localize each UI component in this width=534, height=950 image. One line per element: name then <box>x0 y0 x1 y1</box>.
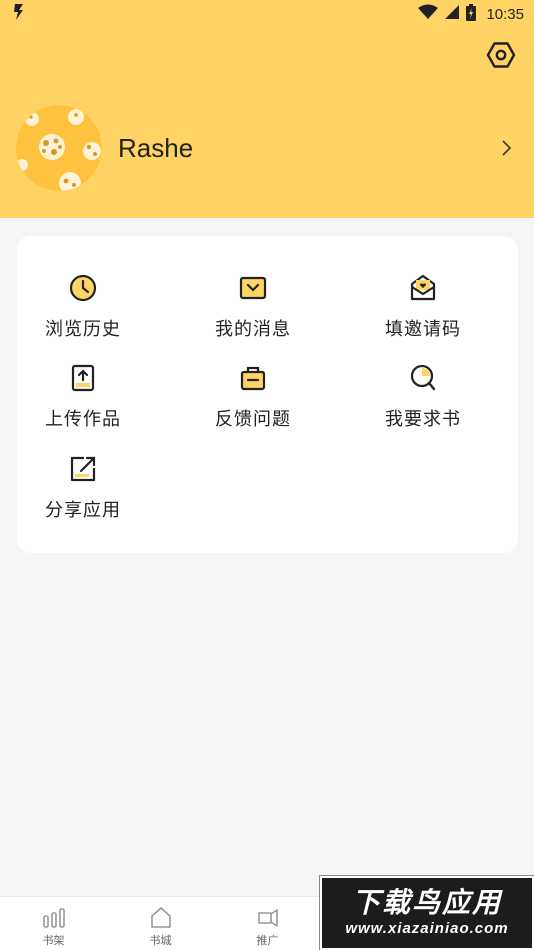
invite-icon <box>408 273 438 303</box>
menu-item-label: 我的消息 <box>215 319 291 340</box>
bookshelf-icon <box>41 904 67 930</box>
menu-item-feedback[interactable]: 反馈问题 <box>178 363 328 445</box>
menu-item-label: 反馈问题 <box>215 409 291 430</box>
chevron-right-icon <box>494 136 518 160</box>
status-right: 10:35 <box>418 3 524 25</box>
settings-button[interactable] <box>484 40 518 74</box>
menu-item-request-book[interactable]: 我要求书 <box>348 363 498 445</box>
menu-item-label: 填邀请码 <box>385 319 461 340</box>
username: Rashe <box>118 132 194 163</box>
menu-card: 浏览历史 我的消息 填邀请码 上传作品 反馈问题 我要求书 分享应用 <box>17 236 518 553</box>
watermark: 下载鸟应用 www.xiazainiao.com <box>320 876 534 950</box>
menu-item-upload[interactable]: 上传作品 <box>8 363 158 445</box>
signal-icon <box>444 4 460 24</box>
upload-icon <box>68 363 98 393</box>
battery-icon <box>466 3 477 25</box>
menu-item-share[interactable]: 分享应用 <box>8 454 158 536</box>
flash-icon <box>12 3 26 25</box>
nav-item-bookshelf[interactable]: 书架 <box>0 897 107 950</box>
menu-item-label: 浏览历史 <box>45 319 121 340</box>
feedback-icon <box>238 363 268 393</box>
menu-item-label: 上传作品 <box>45 409 121 430</box>
profile-header: 10:35 Rashe <box>0 0 534 218</box>
profile-row[interactable]: Rashe <box>16 104 526 192</box>
nav-label: 书城 <box>149 934 172 947</box>
share-icon <box>68 454 98 484</box>
watermark-title: 下载鸟应用 <box>351 886 502 919</box>
menu-item-messages[interactable]: 我的消息 <box>178 273 328 355</box>
status-time: 10:35 <box>486 5 524 23</box>
watermark-url: www.xiazainiao.com <box>345 920 509 937</box>
promote-icon <box>255 904 281 930</box>
avatar[interactable] <box>16 105 102 191</box>
clock-icon <box>68 273 98 303</box>
wifi-icon <box>418 4 439 24</box>
nav-label: 推广 <box>256 934 279 947</box>
menu-item-label: 我要求书 <box>385 409 461 430</box>
search-book-icon <box>408 363 438 393</box>
nav-item-bookstore[interactable]: 书城 <box>107 897 214 950</box>
menu-item-label: 分享应用 <box>45 500 121 521</box>
menu-item-invite-code[interactable]: 填邀请码 <box>348 273 498 355</box>
menu-item-history[interactable]: 浏览历史 <box>8 273 158 355</box>
nav-item-promote[interactable]: 推广 <box>214 897 321 950</box>
bookstore-icon <box>148 904 174 930</box>
status-left <box>12 3 26 25</box>
settings-icon <box>486 40 516 74</box>
status-bar: 10:35 <box>0 0 534 28</box>
message-icon <box>238 273 268 303</box>
nav-label: 书架 <box>42 934 65 947</box>
